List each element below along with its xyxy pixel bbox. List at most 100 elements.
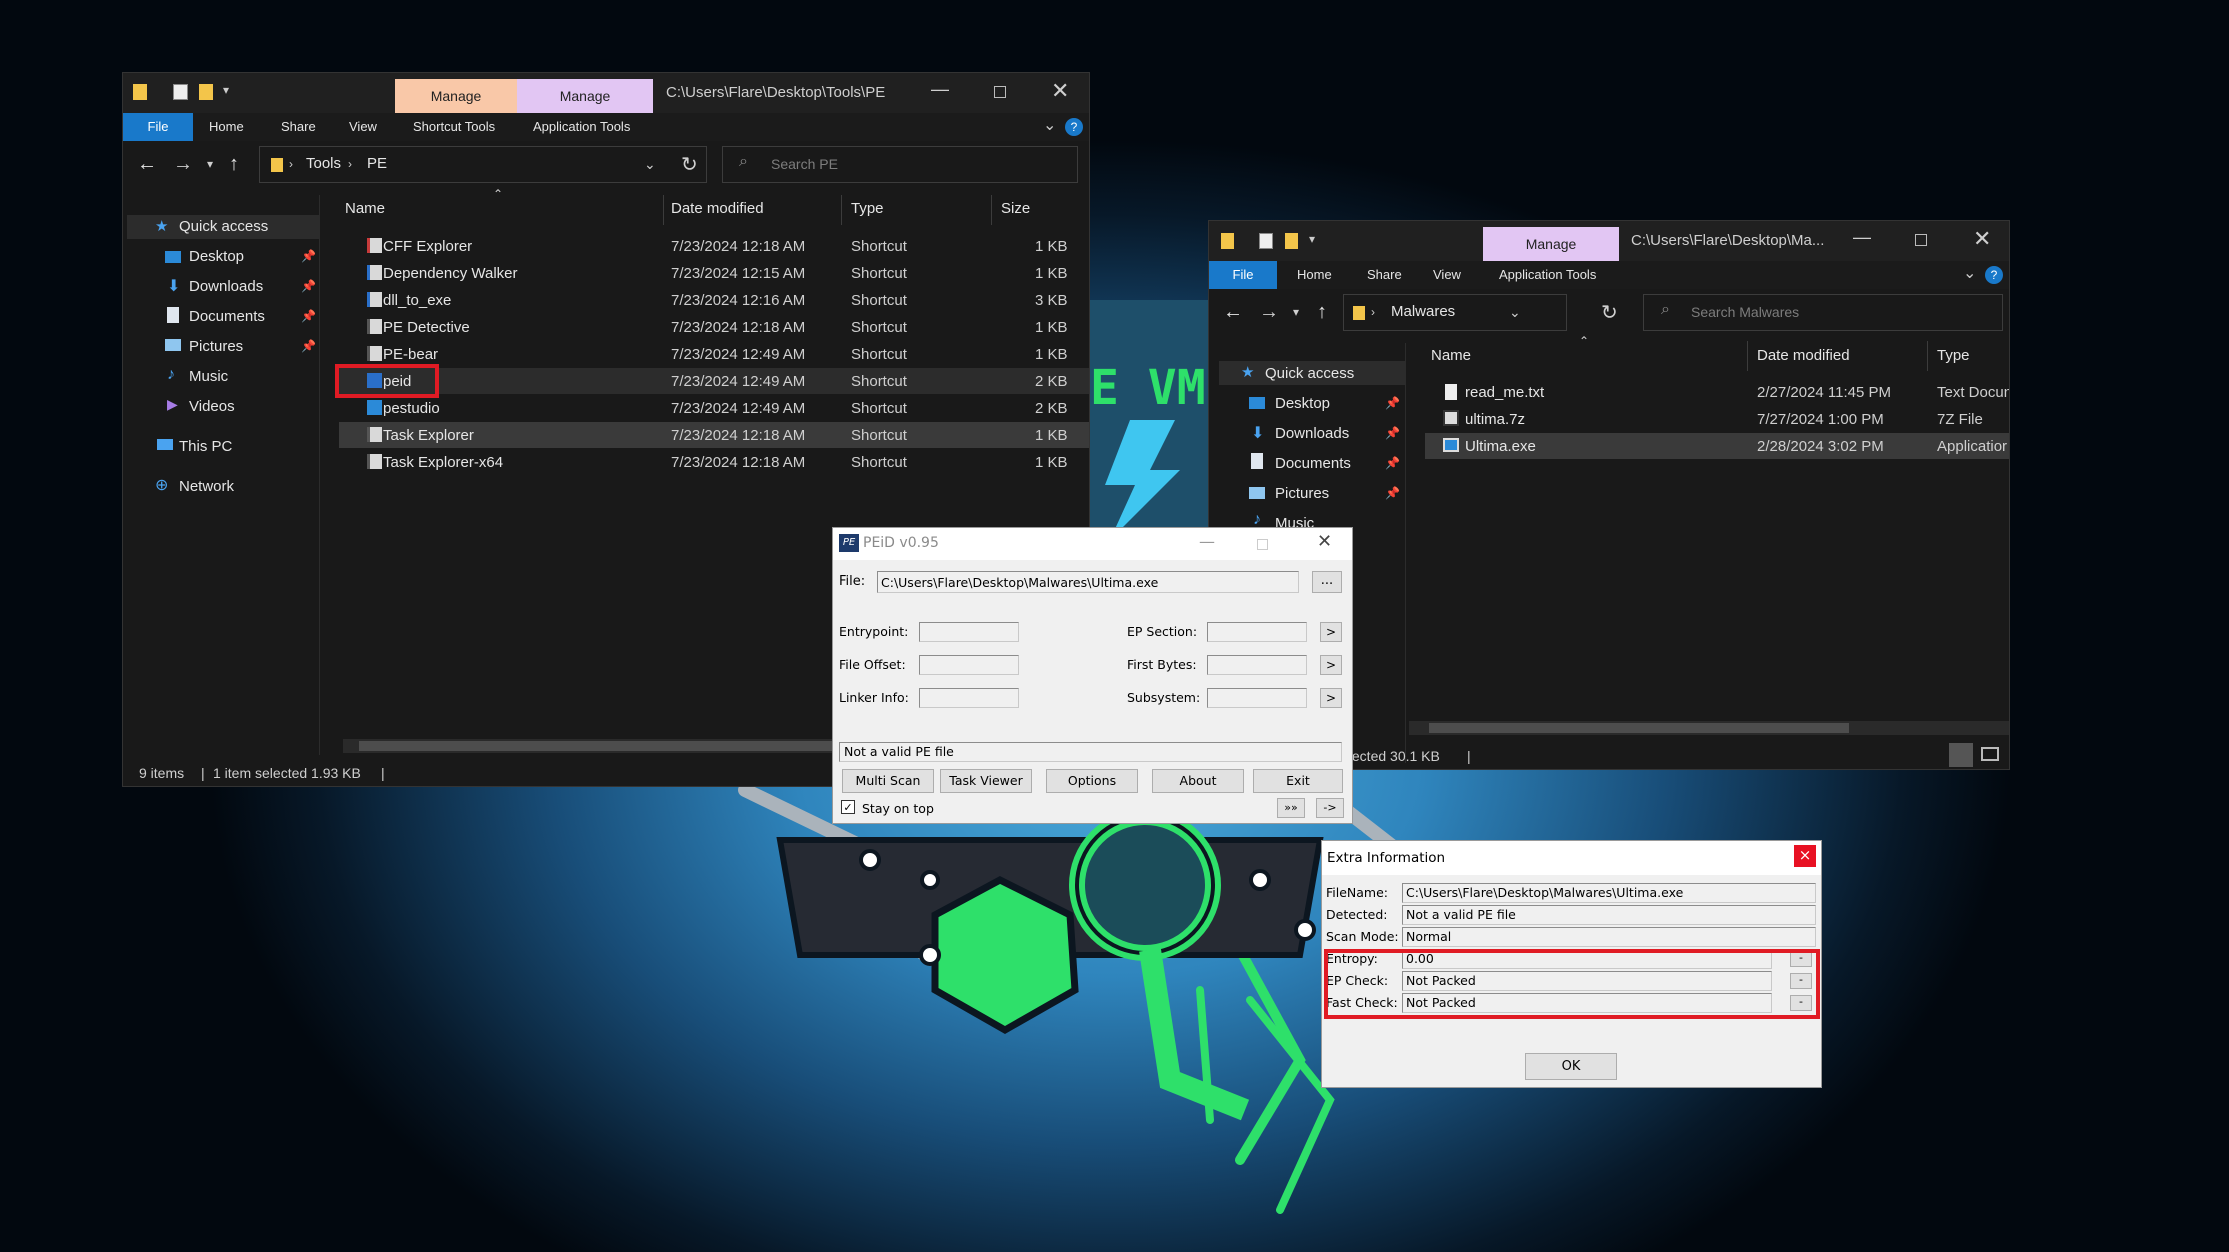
column-header-date[interactable]: Date modified: [671, 200, 764, 217]
nav-this-pc[interactable]: This PC: [179, 438, 232, 455]
quick-access-toolbar-dropdown[interactable]: ▾: [1309, 232, 1315, 246]
more-button[interactable]: »»: [1277, 798, 1305, 818]
up-arrow-icon[interactable]: ↑: [1317, 301, 1327, 324]
minimize-button[interactable]: —: [1199, 532, 1215, 551]
ribbon-expand-icon[interactable]: ⌄: [1043, 115, 1056, 135]
table-row[interactable]: peid 7/23/2024 12:49 AM Shortcut 2 KB: [339, 368, 1089, 394]
nav-documents[interactable]: Documents: [189, 308, 265, 325]
maximize-button[interactable]: [1915, 234, 1927, 246]
help-icon[interactable]: ?: [1065, 118, 1083, 136]
entrypoint-label: Entrypoint:: [839, 624, 909, 639]
go-button[interactable]: ->: [1316, 798, 1344, 818]
recent-locations-icon[interactable]: ▾: [207, 157, 213, 171]
column-header-name[interactable]: Name: [1431, 347, 1471, 364]
refresh-icon[interactable]: ↻: [681, 152, 698, 177]
ribbon-share-tab[interactable]: Share: [1367, 267, 1402, 282]
about-button[interactable]: About: [1152, 769, 1244, 793]
table-row[interactable]: CFF Explorer 7/23/2024 12:18 AM Shortcut…: [339, 233, 1089, 259]
breadcrumb-pe[interactable]: PE: [367, 155, 387, 172]
nav-videos[interactable]: Videos: [189, 398, 235, 415]
close-button[interactable]: ×: [1794, 845, 1816, 867]
archive-icon: [1443, 410, 1459, 426]
nav-pictures[interactable]: Pictures: [189, 338, 243, 355]
address-dropdown-icon[interactable]: ⌄: [644, 156, 656, 173]
properties-icon[interactable]: [173, 84, 188, 100]
breadcrumb-malwares[interactable]: Malwares: [1391, 303, 1455, 320]
forward-arrow-icon[interactable]: →: [1259, 301, 1279, 324]
back-arrow-icon[interactable]: ←: [137, 153, 157, 176]
maximize-button[interactable]: [1257, 539, 1268, 550]
manage-tab-shortcut[interactable]: Manage: [395, 79, 517, 113]
subsystem-arrow-button[interactable]: >: [1320, 688, 1342, 708]
new-folder-icon[interactable]: [1285, 233, 1298, 249]
up-arrow-icon[interactable]: ↑: [229, 153, 239, 176]
recent-locations-icon[interactable]: ▾: [1293, 305, 1299, 319]
manage-tab-application[interactable]: Manage: [1483, 227, 1619, 261]
ribbon-view-tab[interactable]: View: [349, 119, 377, 134]
ribbon-file-tab[interactable]: File: [1209, 261, 1277, 289]
nav-downloads[interactable]: Downloads: [189, 278, 263, 295]
new-folder-icon[interactable]: [199, 84, 213, 100]
back-arrow-icon[interactable]: ←: [1223, 301, 1243, 324]
table-row[interactable]: read_me.txt 2/27/2024 11:45 PM Text Docu…: [1425, 379, 2009, 405]
details-view-button[interactable]: [1949, 743, 1973, 767]
ribbon-application-tools-tab[interactable]: Application Tools: [1499, 267, 1596, 282]
nav-music[interactable]: Music: [189, 368, 228, 385]
table-row[interactable]: Task Explorer 7/23/2024 12:18 AM Shortcu…: [339, 422, 1089, 448]
browse-button[interactable]: ...: [1312, 571, 1342, 593]
breadcrumb-tools[interactable]: Tools: [306, 155, 341, 172]
forward-arrow-icon[interactable]: →: [173, 153, 193, 176]
file-name: pestudio: [383, 400, 440, 417]
nav-desktop[interactable]: Desktop: [1275, 395, 1330, 412]
column-header-name[interactable]: Name: [345, 200, 385, 217]
table-row[interactable]: dll_to_exe 7/23/2024 12:16 AM Shortcut 3…: [339, 287, 1089, 313]
quick-access-toolbar-dropdown[interactable]: ▾: [223, 83, 229, 97]
nav-desktop[interactable]: Desktop: [189, 248, 244, 265]
nav-pictures[interactable]: Pictures: [1275, 485, 1329, 502]
maximize-button[interactable]: [994, 86, 1006, 98]
ep-section-arrow-button[interactable]: >: [1320, 622, 1342, 642]
table-row[interactable]: Task Explorer-x64 7/23/2024 12:18 AM Sho…: [339, 449, 1089, 475]
column-header-date[interactable]: Date modified: [1757, 347, 1850, 364]
scrollbar-thumb[interactable]: [1429, 723, 1849, 733]
address-dropdown-icon[interactable]: ⌄: [1509, 304, 1521, 321]
table-row[interactable]: Dependency Walker 7/23/2024 12:15 AM Sho…: [339, 260, 1089, 286]
close-button[interactable]: ✕: [1051, 78, 1069, 104]
nav-documents[interactable]: Documents: [1275, 455, 1351, 472]
ribbon-file-tab[interactable]: File: [123, 113, 193, 141]
task-viewer-button[interactable]: Task Viewer: [940, 769, 1032, 793]
column-header-type[interactable]: Type: [1937, 347, 1970, 364]
table-row[interactable]: ultima.7z 7/27/2024 1:00 PM 7Z File: [1425, 406, 2009, 432]
properties-icon[interactable]: [1259, 233, 1273, 249]
table-row[interactable]: PE Detective 7/23/2024 12:18 AM Shortcut…: [339, 314, 1089, 340]
ribbon-shortcut-tools-tab[interactable]: Shortcut Tools: [413, 119, 495, 134]
refresh-icon[interactable]: ↻: [1601, 300, 1618, 325]
first-bytes-arrow-button[interactable]: >: [1320, 655, 1342, 675]
options-button[interactable]: Options: [1046, 769, 1138, 793]
shortcut-icon: [367, 400, 382, 415]
nav-network[interactable]: Network: [179, 478, 234, 495]
ribbon-application-tools-tab[interactable]: Application Tools: [533, 119, 630, 134]
ribbon-home-tab[interactable]: Home: [1297, 267, 1332, 282]
help-icon[interactable]: ?: [1985, 266, 2003, 284]
column-header-type[interactable]: Type: [851, 200, 884, 217]
ribbon-view-tab[interactable]: View: [1433, 267, 1461, 282]
table-row[interactable]: PE-bear 7/23/2024 12:49 AM Shortcut 1 KB: [339, 341, 1089, 367]
multi-scan-button[interactable]: Multi Scan: [842, 769, 934, 793]
table-row[interactable]: pestudio 7/23/2024 12:49 AM Shortcut 2 K…: [339, 395, 1089, 421]
table-row[interactable]: Ultima.exe 2/28/2024 3:02 PM Applicatior: [1425, 433, 2009, 459]
stay-on-top-checkbox[interactable]: ✓: [841, 800, 855, 814]
column-header-size[interactable]: Size: [1001, 200, 1030, 217]
manage-tab-application[interactable]: Manage: [517, 79, 653, 113]
minimize-button[interactable]: —: [1853, 227, 1871, 248]
minimize-button[interactable]: —: [931, 79, 949, 100]
large-icons-view-button[interactable]: [1981, 747, 1999, 761]
close-button[interactable]: ✕: [1973, 226, 1991, 252]
ribbon-share-tab[interactable]: Share: [281, 119, 316, 134]
nav-downloads[interactable]: Downloads: [1275, 425, 1349, 442]
exit-button[interactable]: Exit: [1253, 769, 1343, 793]
close-button[interactable]: ✕: [1317, 531, 1332, 552]
ribbon-home-tab[interactable]: Home: [209, 119, 244, 134]
ribbon-expand-icon[interactable]: ⌄: [1963, 263, 1976, 283]
ok-button[interactable]: OK: [1525, 1053, 1617, 1080]
